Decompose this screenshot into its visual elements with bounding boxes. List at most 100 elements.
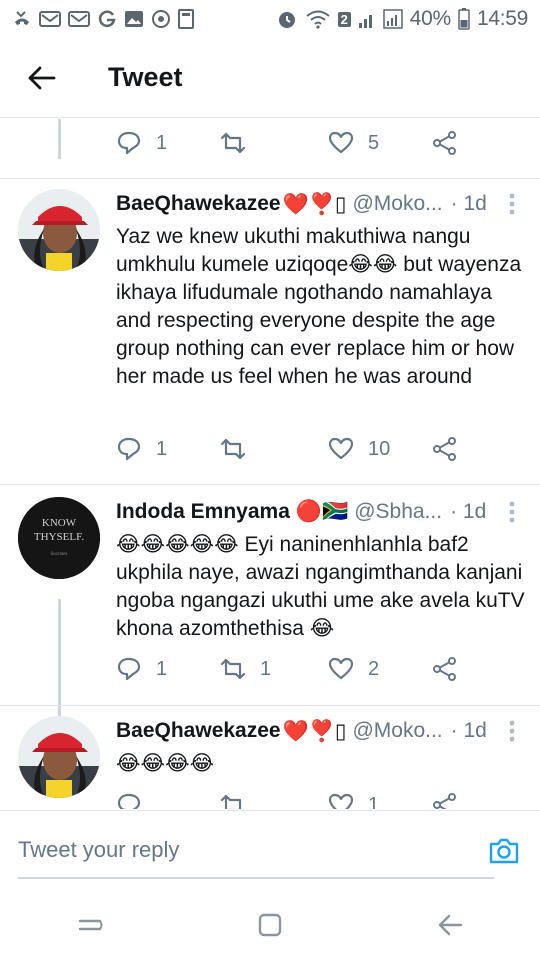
like-button[interactable]: 10 xyxy=(328,429,390,469)
mail-icon xyxy=(39,11,61,27)
reply-button[interactable]: 1 xyxy=(116,429,167,469)
tweet-text: 😂😂😂😂😂 Eyi naninenhlanhla baf2 ukphila na… xyxy=(116,533,525,640)
more-vertical-icon xyxy=(509,501,515,523)
author-name-emoji: ❤️❣️▯ xyxy=(282,719,347,743)
heart-icon xyxy=(328,437,354,460)
author-name[interactable]: BaeQhawekazee xyxy=(116,192,281,216)
tweet-time: · 1d xyxy=(450,192,487,215)
more-options-button[interactable] xyxy=(498,495,526,529)
tweet-text: Yaz we knew ukuthi makuthiwa nangu umkhu… xyxy=(116,225,522,388)
home-button[interactable] xyxy=(235,895,305,955)
wifi-icon xyxy=(305,10,330,29)
tweet-header: Indoda Emnyama 🔴🇿🇦 @Sbha... · 1d xyxy=(116,497,526,527)
recent-apps-button[interactable] xyxy=(55,895,125,955)
more-options-button[interactable] xyxy=(498,714,526,748)
status-bar: 2 40% 14:59 xyxy=(0,0,540,38)
news-icon xyxy=(178,9,194,29)
tweet-actions: 1 5 xyxy=(0,123,540,163)
author-name-emoji: 🔴🇿🇦 xyxy=(295,500,349,523)
arrow-left-icon xyxy=(28,66,56,89)
recent-apps-icon xyxy=(78,919,103,931)
avatar-text-2: THYSELF. xyxy=(34,531,84,543)
tweet-actions: 1 xyxy=(0,785,540,809)
reply-button[interactable]: 1 xyxy=(116,123,167,163)
avatar-text-1: KNOW xyxy=(42,517,77,529)
more-options-button[interactable] xyxy=(498,187,526,221)
author-name[interactable]: BaeQhawekazee xyxy=(116,719,281,743)
share-icon xyxy=(433,437,456,461)
retweet-button[interactable] xyxy=(220,429,260,469)
retweet-button[interactable]: 1 xyxy=(220,649,271,689)
clock: 14:59 xyxy=(476,7,528,30)
avatar-image xyxy=(18,189,100,271)
like-button[interactable]: 2 xyxy=(328,649,379,689)
battery-percent: 40% xyxy=(409,7,451,30)
like-button[interactable]: 5 xyxy=(328,123,379,163)
reply-count: 1 xyxy=(156,437,168,460)
heart-icon xyxy=(328,131,354,154)
tweet-time: · 1d xyxy=(450,719,487,742)
reply-count: 1 xyxy=(156,131,168,154)
share-button[interactable] xyxy=(432,429,458,469)
sim-2-label: 2 xyxy=(337,11,351,27)
share-icon xyxy=(433,793,456,809)
status-right-icons: 2 40% 14:59 xyxy=(276,7,528,31)
reply-count: 1 xyxy=(156,657,168,680)
author-name[interactable]: Indoda Emnyama xyxy=(116,500,290,524)
retweet-button[interactable] xyxy=(220,123,260,163)
heart-icon xyxy=(328,657,354,680)
signal-icon xyxy=(358,15,372,28)
share-icon xyxy=(433,131,456,155)
nav-back-button[interactable] xyxy=(415,895,485,955)
tweet-thread[interactable]: 1 5 BaeQhawekazee ❤️❣️▯ @Moko... · 1d Ya… xyxy=(0,119,540,809)
avatar-text-3: Socrates xyxy=(51,552,68,557)
system-nav-bar xyxy=(0,890,540,960)
like-count: 1 xyxy=(368,793,380,810)
google-icon xyxy=(98,10,116,27)
share-button[interactable] xyxy=(432,785,458,809)
tweet-time: · 1d xyxy=(450,500,487,523)
retweet-icon xyxy=(220,658,246,680)
reply-icon xyxy=(117,131,141,155)
author-handle[interactable]: @Moko... xyxy=(352,192,442,216)
divider xyxy=(0,178,540,179)
reply-icon xyxy=(117,437,141,461)
status-left-icons xyxy=(12,9,194,29)
author-name-emoji: ❤️❣️▯ xyxy=(282,192,347,216)
share-button[interactable] xyxy=(432,123,458,163)
tweet-header: BaeQhawekazee ❤️❣️▯ @Moko... · 1d xyxy=(116,716,526,746)
like-count: 2 xyxy=(368,657,380,680)
avatar-image: KNOW THYSELF. Socrates xyxy=(18,497,100,579)
battery-icon xyxy=(458,8,470,30)
phone-missed-icon xyxy=(15,11,29,25)
more-vertical-icon xyxy=(509,720,515,742)
retweet-icon xyxy=(220,438,246,460)
home-icon xyxy=(258,913,282,937)
reply-button[interactable]: 1 xyxy=(116,649,167,689)
author-handle[interactable]: @Sbha... xyxy=(354,500,442,524)
gallery-icon xyxy=(125,11,143,27)
alarm-icon xyxy=(278,12,295,28)
tweet-header: BaeQhawekazee ❤️❣️▯ @Moko... · 1d xyxy=(116,189,526,219)
reply-input[interactable] xyxy=(18,831,494,879)
like-button[interactable]: 1 xyxy=(328,785,379,809)
divider xyxy=(0,484,540,485)
page-title: Tweet xyxy=(108,62,183,92)
tweet-actions: 1 10 xyxy=(0,429,540,469)
share-icon xyxy=(433,657,456,681)
camera-button[interactable] xyxy=(484,831,524,871)
tweet-text: 😂😂😂😂 xyxy=(116,752,215,775)
back-button[interactable] xyxy=(0,38,84,118)
avatar[interactable]: KNOW THYSELF. Socrates xyxy=(18,497,100,579)
retweet-icon xyxy=(220,794,245,809)
tweet-actions: 1 1 2 xyxy=(0,649,540,689)
retweet-button[interactable] xyxy=(220,785,260,809)
reply-button[interactable] xyxy=(116,785,156,809)
divider xyxy=(0,705,540,706)
retweet-icon xyxy=(220,132,246,154)
author-handle[interactable]: @Moko... xyxy=(352,719,442,743)
retweet-count: 1 xyxy=(260,657,272,680)
avatar[interactable] xyxy=(18,189,100,271)
camera-icon xyxy=(489,838,519,864)
share-button[interactable] xyxy=(432,649,458,689)
